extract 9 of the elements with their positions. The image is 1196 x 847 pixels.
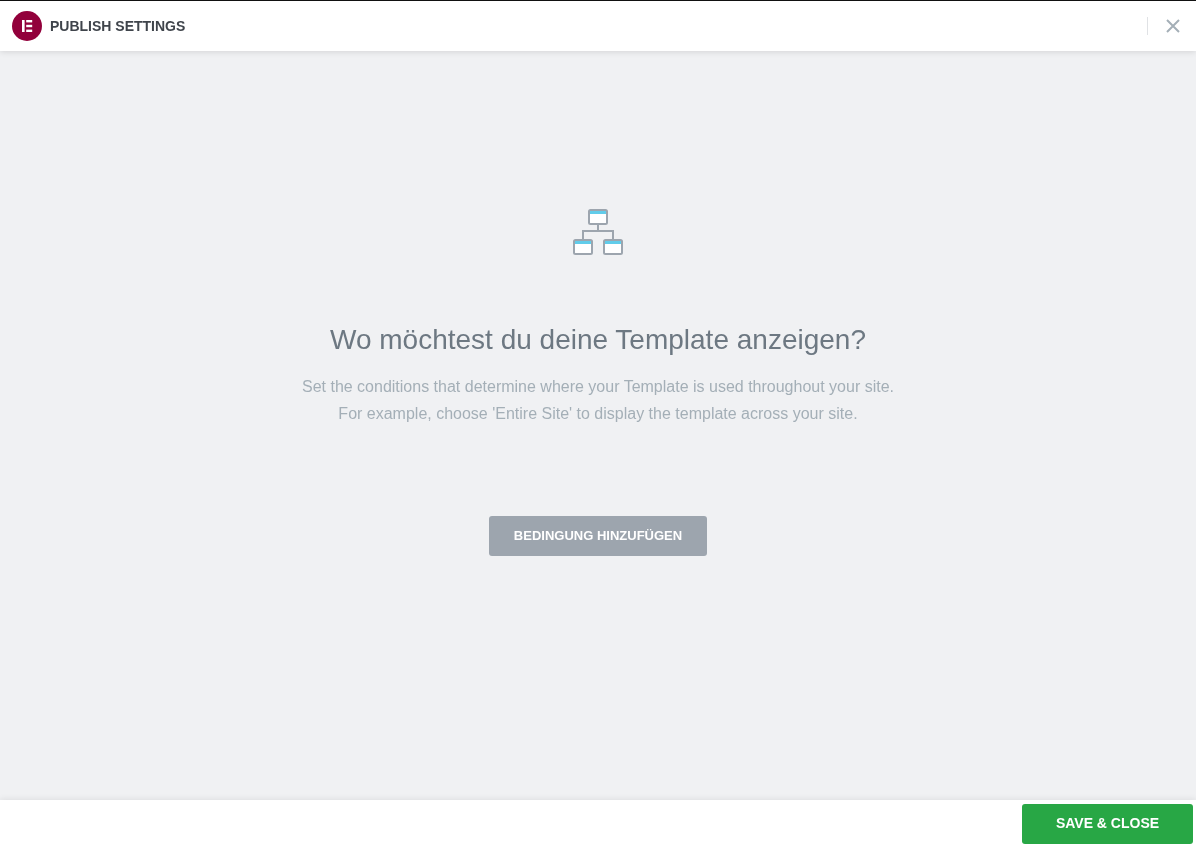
- heading: Wo möchtest du deine Template anzeigen?: [330, 323, 866, 357]
- save-and-close-button[interactable]: SAVE & CLOSE: [1022, 803, 1193, 844]
- description-line: For example, choose 'Entire Site' to display the template across your site.: [337, 403, 859, 424]
- close-button[interactable]: [1164, 17, 1182, 35]
- description-line: Set the conditions that determine where your Template is used throughout your site.: [301, 376, 894, 397]
- add-condition-button[interactable]: BEDINGUNG HINZUFÜGEN: [488, 515, 708, 556]
- dialog-title: PUBLISH SETTINGS: [50, 16, 186, 36]
- sitemap-icon: [572, 209, 624, 257]
- logo-icon: [12, 11, 42, 41]
